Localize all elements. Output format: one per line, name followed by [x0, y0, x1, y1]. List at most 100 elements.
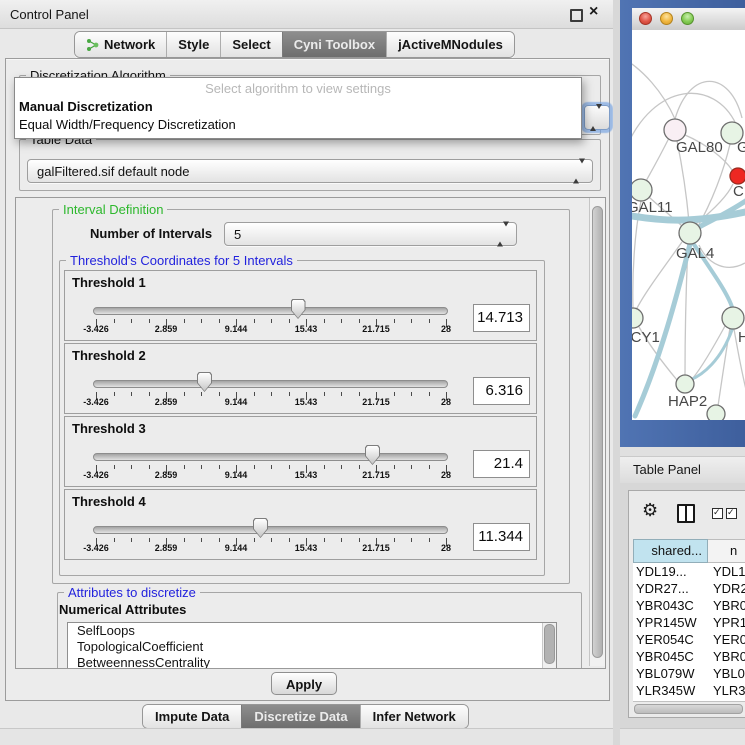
list-item-betweennesscentrality[interactable]: BetweennessCentrality	[68, 655, 556, 669]
network-node-gcy1[interactable]	[632, 308, 643, 328]
minor-tick	[149, 538, 150, 542]
network-node-h[interactable]	[722, 307, 744, 329]
network-node[interactable]	[707, 405, 725, 420]
tick-label: 28	[441, 543, 451, 553]
threshold-label: Threshold 1	[72, 275, 146, 290]
network-edge[interactable]	[632, 60, 675, 119]
number-of-intervals-value: 5	[234, 227, 241, 242]
network-node-hap2[interactable]	[676, 375, 694, 393]
table-row[interactable]: YER054CYER0	[633, 631, 745, 648]
minor-tick	[341, 319, 342, 323]
slider-track[interactable]	[93, 526, 448, 534]
algorithm-option-manual[interactable]: Manual Discretization	[19, 99, 153, 114]
slider-track[interactable]	[93, 453, 448, 461]
slider-thumb[interactable]	[291, 299, 306, 319]
tick-label: 2.859	[155, 543, 178, 553]
table-row[interactable]: YDL19...YDL1	[633, 563, 745, 580]
cyni-toolbox-panel: Discretization Algorithm Select algorith…	[5, 58, 610, 701]
close-icon[interactable]	[589, 3, 598, 21]
network-node-c[interactable]	[730, 168, 745, 184]
minor-tick	[394, 465, 395, 469]
table-row[interactable]: YLR345WYLR3	[633, 682, 745, 699]
tab-jactivemnodules[interactable]: jActiveMNodules	[386, 32, 514, 57]
tab-infer-network[interactable]: Infer Network	[360, 705, 468, 728]
close-traffic-light-icon[interactable]	[639, 12, 652, 25]
threshold-value-field[interactable]: 21.4	[473, 450, 530, 478]
gear-icon[interactable]: ⚙	[642, 500, 658, 521]
threshold-label: Threshold 3	[72, 421, 146, 436]
table-horizontal-scrollbar[interactable]	[633, 701, 745, 715]
table-horizontal-scrollbar-thumb[interactable]	[634, 704, 743, 714]
panel-divider[interactable]	[613, 0, 620, 745]
network-node-gal80[interactable]	[664, 119, 686, 141]
network-graph[interactable]: GAL80GCGAL11GAL4GCY1HHAP2	[632, 30, 745, 420]
attributes-list-scrollbar-thumb[interactable]	[544, 624, 555, 664]
threshold-label: Threshold 4	[72, 494, 146, 509]
minor-tick	[254, 465, 255, 469]
float-window-icon[interactable]	[570, 9, 583, 22]
minor-tick	[289, 319, 290, 323]
column-header-name[interactable]: n	[708, 539, 745, 563]
number-of-intervals-label: Number of Intervals	[90, 226, 212, 241]
network-edge[interactable]	[675, 81, 742, 119]
threshold-panel: Threshold 1-3.4262.8599.14415.4321.71528…	[64, 270, 537, 341]
minor-tick	[114, 538, 115, 542]
tab-label: Network	[104, 37, 155, 52]
table-data-combobox[interactable]: galFiltered.sif default node	[27, 159, 593, 183]
tab-cyni-toolbox[interactable]: Cyni Toolbox	[282, 32, 386, 57]
table-row[interactable]: YBR045CYBR0	[633, 648, 745, 665]
attributes-list-scrollbar[interactable]	[542, 623, 556, 668]
slider-thumb[interactable]	[253, 518, 268, 538]
minor-tick	[149, 465, 150, 469]
columns-icon[interactable]	[677, 504, 695, 523]
minor-tick	[201, 465, 202, 469]
network-node-gal4[interactable]	[679, 222, 701, 244]
tab-impute-data[interactable]: Impute Data	[143, 705, 241, 728]
tab-network[interactable]: Network	[75, 32, 166, 57]
list-item-topologicalcoefficient[interactable]: TopologicalCoefficient	[68, 639, 556, 655]
slider-thumb[interactable]	[365, 445, 380, 465]
threshold-value-field[interactable]: 6.316	[473, 377, 530, 405]
network-node-gal11[interactable]	[632, 179, 652, 201]
column-header-shared[interactable]: shared...	[633, 539, 708, 563]
tick-label: 21.715	[362, 397, 390, 407]
number-of-intervals-combobox[interactable]: 5	[224, 222, 517, 246]
tick-label: 28	[441, 470, 451, 480]
minimize-traffic-light-icon[interactable]	[660, 12, 673, 25]
table-row[interactable]: YBL079WYBL0	[633, 665, 745, 682]
minor-tick	[289, 538, 290, 542]
slider-thumb-face	[366, 446, 379, 464]
list-item-selfloops[interactable]: SelfLoops	[68, 623, 556, 639]
tab-style[interactable]: Style	[166, 32, 220, 57]
apply-button[interactable]: Apply	[271, 672, 337, 695]
tick-label: -3.426	[83, 397, 109, 407]
algorithm-option-equal-width[interactable]: Equal Width/Frequency Discretization	[19, 117, 236, 132]
select-columns-icon[interactable]	[712, 508, 737, 519]
slider-track[interactable]	[93, 380, 448, 388]
algorithm-combobox-focused[interactable]	[584, 105, 610, 130]
network-edge[interactable]	[646, 138, 669, 181]
cell-shared-name: YBR043C	[633, 597, 713, 614]
numerical-attributes-list[interactable]: SelfLoopsTopologicalCoefficientBetweenne…	[67, 622, 557, 669]
network-node-label: HAP2	[668, 393, 707, 410]
threshold-value-field[interactable]: 14.713	[473, 304, 530, 332]
table-row[interactable]: YPR145WYPR1	[633, 614, 745, 631]
slider-track[interactable]	[93, 307, 448, 315]
zoom-traffic-light-icon[interactable]	[681, 12, 694, 25]
network-canvas[interactable]: GAL80GCGAL11GAL4GCY1HHAP2	[632, 30, 745, 420]
network-node-label: GAL4	[676, 245, 714, 262]
table-row[interactable]: YBR043CYBR0	[633, 597, 745, 614]
threshold-value-field[interactable]: 11.344	[473, 523, 530, 551]
tab-discretize-data[interactable]: Discretize Data	[241, 705, 359, 728]
minor-tick	[219, 538, 220, 542]
settings-scrollbar-thumb[interactable]	[592, 206, 603, 658]
table-row[interactable]: YDR27...YDR2	[633, 580, 745, 597]
tick-label: 15.43	[295, 324, 318, 334]
tab-select[interactable]: Select	[220, 32, 281, 57]
settings-scrollbar[interactable]	[589, 198, 605, 666]
checkbox-icon	[712, 508, 723, 519]
screen: Control Panel NetworkStyleSelectCyni Too…	[0, 0, 745, 745]
minor-tick	[341, 538, 342, 542]
slider-thumb[interactable]	[197, 372, 212, 392]
tick-label: 21.715	[362, 470, 390, 480]
